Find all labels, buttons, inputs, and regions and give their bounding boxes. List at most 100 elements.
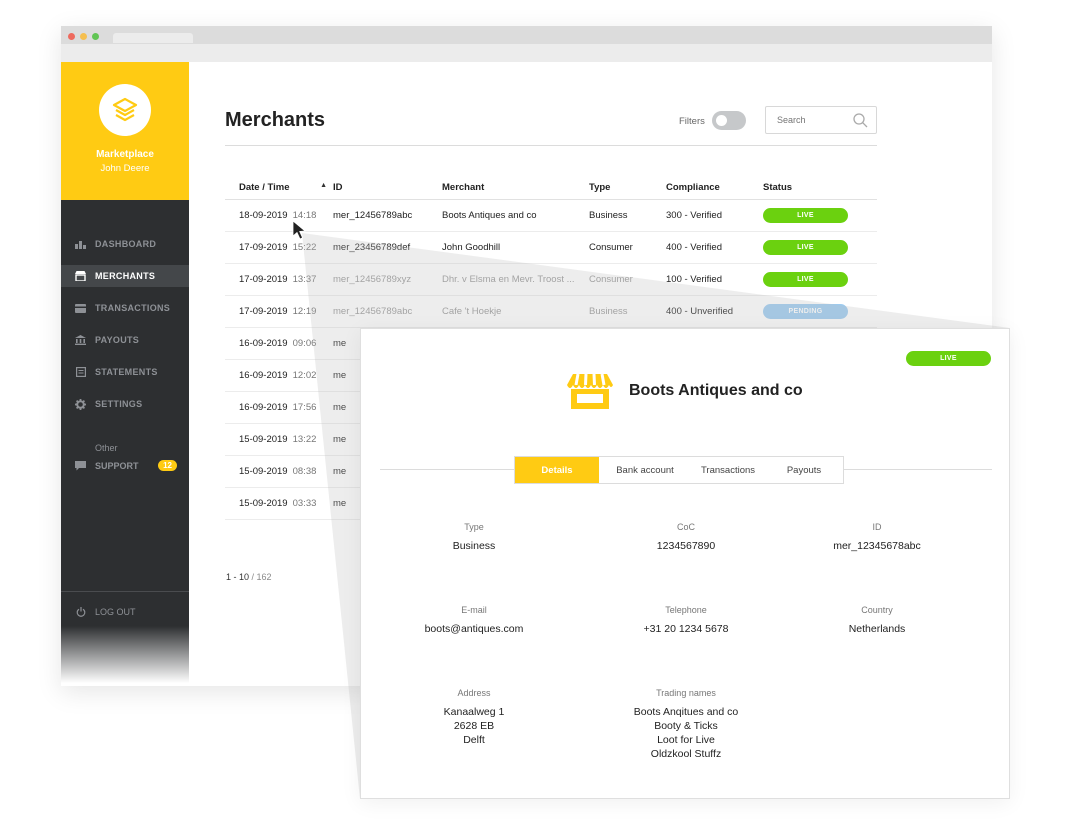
trading-name: Boots Anqitues and co bbox=[633, 706, 739, 718]
table-row[interactable]: 18-09-2019 14:18 mer_12456789abc Boots Anti… bbox=[225, 200, 877, 232]
cell-date: 15-09-2019 08:38 bbox=[225, 466, 333, 477]
pagination: 1 - 10 / 162 bbox=[226, 572, 272, 582]
column-header-date[interactable]: Date / Time ▲ bbox=[225, 182, 333, 193]
cell-date-value: 15-09-2019 bbox=[239, 498, 288, 509]
field-value: 1234567890 bbox=[656, 540, 716, 552]
close-window-icon[interactable] bbox=[68, 33, 75, 40]
column-header-status[interactable]: Status bbox=[763, 182, 863, 193]
field-label: ID bbox=[872, 522, 882, 532]
status-badge: LIVE bbox=[763, 208, 848, 223]
sidebar-item-label: PAYOUTS bbox=[95, 335, 140, 345]
pagination-range: 1 - 10 bbox=[226, 572, 250, 582]
field-label: E-mail bbox=[461, 605, 487, 615]
sidebar-item-label: STATEMENTS bbox=[95, 367, 158, 377]
browser-chrome bbox=[61, 26, 992, 62]
status-badge: PENDING bbox=[763, 304, 848, 319]
cell-date: 18-09-2019 14:18 bbox=[225, 210, 333, 221]
search-input[interactable] bbox=[777, 115, 847, 125]
bar-chart-icon bbox=[75, 239, 86, 250]
sidebar-item-support[interactable]: SUPPORT 12 bbox=[61, 455, 189, 477]
browser-tab[interactable] bbox=[113, 33, 193, 43]
cell-compliance: 100 - Verified bbox=[666, 274, 722, 285]
cell-status: LIVE bbox=[763, 240, 863, 255]
toggle-knob bbox=[716, 115, 727, 126]
storefront-icon bbox=[75, 271, 86, 282]
brand-logo[interactable] bbox=[99, 84, 151, 136]
brand-header: Marketplace John Deere bbox=[61, 62, 189, 200]
logout-label: LOG OUT bbox=[95, 606, 136, 617]
merchant-title: Boots Antiques and co bbox=[629, 382, 803, 399]
cell-time-value: 17:56 bbox=[292, 402, 317, 413]
tab-payouts[interactable]: Payouts bbox=[765, 457, 843, 483]
column-header-merchant[interactable]: Merchant bbox=[442, 182, 589, 193]
cell-date-value: 18-09-2019 bbox=[239, 210, 288, 221]
brand-name: Marketplace bbox=[96, 149, 154, 160]
cell-id: mer_12456789abc bbox=[333, 306, 413, 317]
column-header-compliance[interactable]: Compliance bbox=[666, 182, 763, 193]
search-icon[interactable] bbox=[853, 113, 868, 128]
field-label: Telephone bbox=[665, 605, 707, 615]
tab-details[interactable]: Details bbox=[515, 457, 599, 483]
minimize-window-icon[interactable] bbox=[80, 33, 87, 40]
sidebar: Marketplace John Deere DASHBOARD MERCHAN… bbox=[61, 62, 189, 686]
table-row[interactable]: 17-09-2019 12:19 mer_12456789abc Cafe 't Ho… bbox=[225, 296, 877, 328]
merchant-detail-panel: LIVE Boots Antiques and co Details Bank … bbox=[360, 328, 1010, 799]
filters-toggle[interactable] bbox=[712, 111, 746, 130]
pagination-separator: / bbox=[249, 572, 257, 582]
sidebar-item-statements[interactable]: STATEMENTS bbox=[61, 361, 189, 383]
cell-time-value: 12:19 bbox=[292, 306, 317, 317]
gear-icon bbox=[75, 398, 86, 410]
credit-card-icon bbox=[75, 303, 86, 314]
divider bbox=[225, 145, 877, 146]
sidebar-item-label: SUPPORT bbox=[95, 461, 139, 471]
cell-compliance: 400 - Verified bbox=[666, 242, 722, 253]
cell-date-value: 16-09-2019 bbox=[239, 370, 288, 381]
address-line: Delft bbox=[463, 734, 485, 746]
cell-time-value: 03:33 bbox=[292, 498, 317, 509]
table-row[interactable]: 17-09-2019 15:22 mer_23456789def John Goodh… bbox=[225, 232, 877, 264]
field-label: Country bbox=[861, 605, 893, 615]
table-row[interactable]: 17-09-2019 13:37 mer_12456789xyz Dhr. v Els… bbox=[225, 264, 877, 296]
column-header-id[interactable]: ID bbox=[333, 182, 442, 193]
column-header-label: Date / Time bbox=[239, 181, 290, 193]
cell-merchant: John Goodhill bbox=[442, 242, 501, 253]
search-box[interactable] bbox=[765, 106, 877, 134]
sidebar-item-settings[interactable]: SETTINGS bbox=[61, 393, 189, 415]
cell-date-value: 16-09-2019 bbox=[239, 338, 288, 349]
sort-ascending-icon[interactable]: ▲ bbox=[320, 182, 327, 189]
tab-transactions[interactable]: Transactions bbox=[691, 457, 765, 483]
cell-date-value: 17-09-2019 bbox=[239, 242, 288, 253]
maximize-window-icon[interactable] bbox=[92, 33, 99, 40]
sidebar-item-label: DASHBOARD bbox=[95, 239, 157, 249]
field-id: ID mer_12345678abc bbox=[787, 522, 967, 553]
address-bar[interactable] bbox=[61, 44, 992, 62]
trading-name: Oldzkool Stuffz bbox=[650, 748, 722, 760]
sidebar-item-transactions[interactable]: TRANSACTIONS bbox=[61, 297, 189, 319]
filters-label: Filters bbox=[679, 116, 705, 127]
logout-button[interactable]: LOG OUT bbox=[61, 591, 189, 631]
sidebar-item-dashboard[interactable]: DASHBOARD bbox=[61, 233, 189, 255]
status-badge: LIVE bbox=[906, 351, 991, 366]
field-coc: CoC 1234567890 bbox=[596, 522, 776, 553]
cell-type: Business bbox=[589, 210, 628, 221]
cell-id: mer_23456789def bbox=[333, 242, 411, 253]
cell-date: 15-09-2019 03:33 bbox=[225, 498, 333, 509]
tab-bank-account[interactable]: Bank account bbox=[599, 457, 691, 483]
chat-bubble-icon bbox=[75, 461, 86, 472]
pagination-total: 162 bbox=[256, 572, 272, 582]
sidebar-item-merchants[interactable]: MERCHANTS bbox=[61, 265, 189, 287]
cell-date-value: 15-09-2019 bbox=[239, 466, 288, 477]
user-name: John Deere bbox=[100, 163, 150, 174]
cell-time-value: 08:38 bbox=[292, 466, 317, 477]
sidebar-item-payouts[interactable]: PAYOUTS bbox=[61, 329, 189, 351]
field-telephone: Telephone +31 20 1234 5678 bbox=[596, 605, 776, 636]
support-count-badge: 12 bbox=[158, 460, 177, 471]
sidebar-section-other: Other bbox=[95, 443, 118, 453]
cell-id: mer_12456789abc bbox=[333, 210, 413, 221]
field-value: +31 20 1234 5678 bbox=[643, 623, 729, 635]
column-header-type[interactable]: Type bbox=[589, 182, 666, 193]
sidebar-nav: DASHBOARD MERCHANTS TRANSACTIONS PAYOUTS bbox=[61, 200, 189, 477]
cell-time-value: 15:22 bbox=[292, 242, 317, 253]
cell-date: 17-09-2019 12:19 bbox=[225, 306, 333, 317]
cell-compliance: 400 - Unverified bbox=[666, 306, 734, 317]
